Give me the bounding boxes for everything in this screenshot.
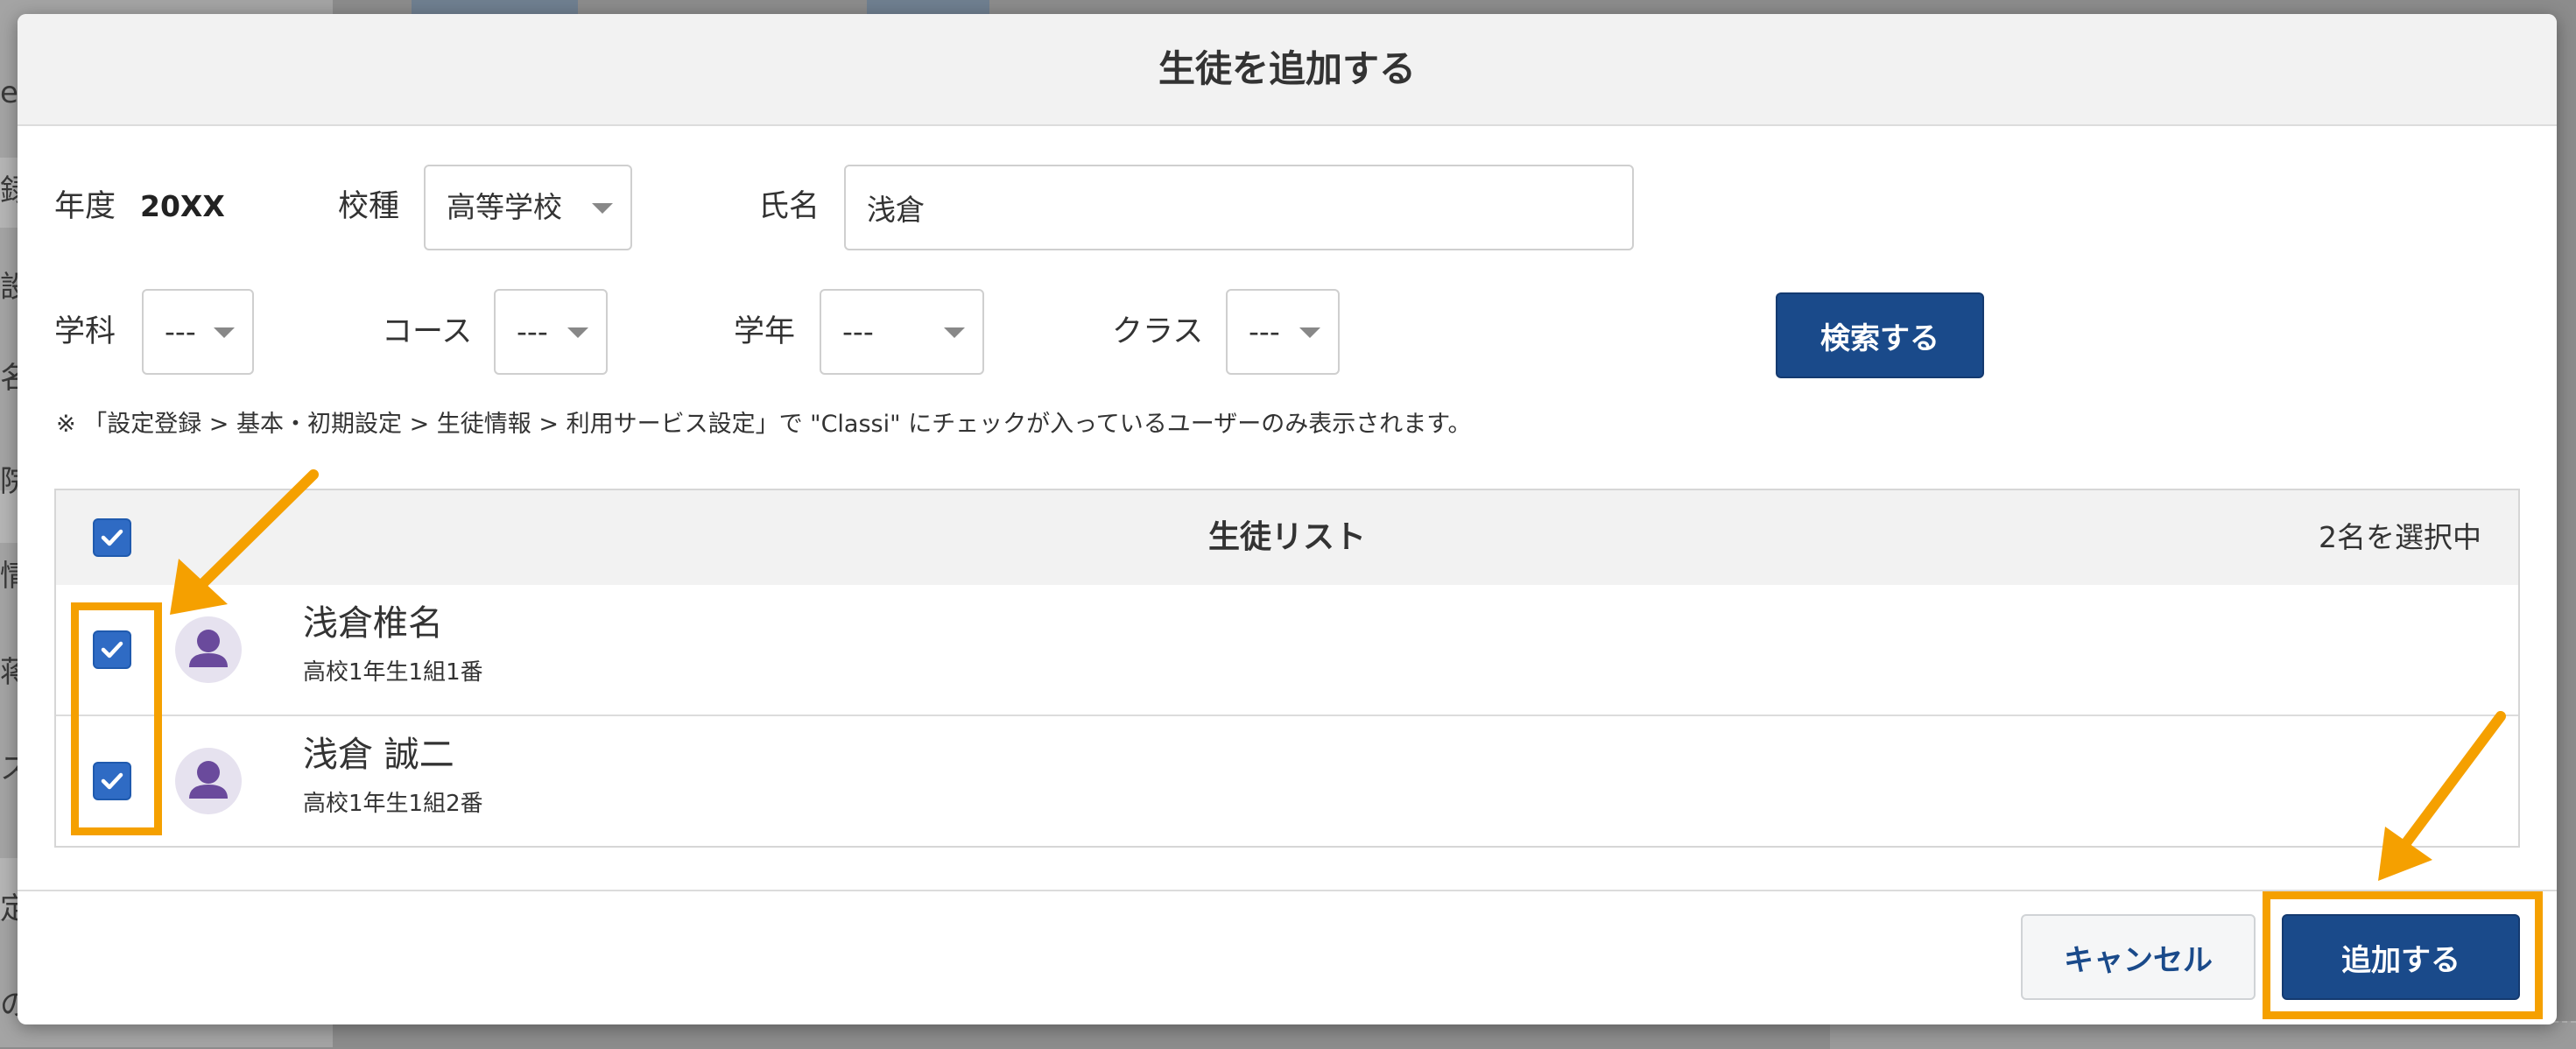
chevron-down-icon bbox=[944, 327, 965, 338]
year-value: 20XX bbox=[140, 189, 225, 223]
class-label: クラス bbox=[1112, 314, 1204, 349]
add-button-highlight bbox=[2263, 891, 2543, 1019]
name-label: 氏名 bbox=[758, 189, 820, 224]
chevron-down-icon bbox=[567, 327, 588, 338]
arrow-icon bbox=[170, 469, 319, 615]
student-name: 浅倉 誠二 bbox=[303, 735, 454, 775]
chevron-down-icon bbox=[214, 327, 235, 338]
class-select[interactable]: --- bbox=[1226, 289, 1340, 375]
student-row[interactable]: 浅倉椎名 高校1年生1組1番 bbox=[56, 585, 2518, 716]
student-row[interactable]: 浅倉 誠二 高校1年生1組2番 bbox=[56, 716, 2518, 846]
student-list-header: 生徒リスト 2名を選択中 bbox=[56, 490, 2518, 587]
grade-select[interactable]: --- bbox=[820, 289, 984, 375]
school-type-label: 校種 bbox=[338, 189, 400, 224]
footer-divider bbox=[18, 890, 2557, 891]
cancel-button[interactable]: キャンセル bbox=[2021, 914, 2256, 1000]
course-label: コース bbox=[382, 314, 473, 349]
department-selected-value: --- bbox=[165, 314, 196, 348]
grade-label: 学年 bbox=[734, 314, 796, 349]
department-select[interactable]: --- bbox=[142, 289, 254, 375]
dialog-header: 生徒を追加する bbox=[18, 14, 2557, 126]
add-student-dialog: 生徒を追加する 年度 20XX 校種 高等学校 氏名 学科 --- コース --… bbox=[18, 14, 2557, 1024]
school-type-select[interactable]: 高等学校 bbox=[424, 165, 632, 250]
student-list: 生徒リスト 2名を選択中 浅倉椎名 高校1年生1組1番 浅倉 誠二 高校1年生1… bbox=[54, 489, 2520, 848]
background-text: e bbox=[0, 75, 18, 110]
background-footer-area bbox=[1830, 1021, 2576, 1049]
class-selected-value: --- bbox=[1249, 314, 1280, 348]
arrow-icon bbox=[2378, 711, 2506, 881]
course-selected-value: --- bbox=[517, 314, 548, 348]
course-select[interactable]: --- bbox=[494, 289, 608, 375]
name-input[interactable] bbox=[844, 165, 1634, 250]
avatar bbox=[175, 748, 242, 814]
filter-note: ※ 「設定登録 > 基本・初期設定 > 生徒情報 > 利用サービス設定」で "C… bbox=[56, 411, 1472, 438]
search-button[interactable]: 検索する bbox=[1776, 292, 1984, 378]
student-list-title: 生徒リスト bbox=[1207, 519, 1366, 555]
school-type-selected-value: 高等学校 bbox=[447, 190, 562, 224]
student-class-info: 高校1年生1組2番 bbox=[303, 791, 483, 817]
grade-selected-value: --- bbox=[842, 314, 874, 348]
department-label: 学科 bbox=[54, 314, 116, 349]
user-icon bbox=[189, 761, 228, 799]
dialog-title: 生徒を追加する bbox=[1158, 47, 1416, 90]
year-label: 年度 bbox=[54, 189, 116, 224]
chevron-down-icon bbox=[592, 203, 613, 214]
chevron-down-icon bbox=[1299, 327, 1320, 338]
selected-count: 2名を選択中 bbox=[2319, 520, 2481, 554]
student-class-info: 高校1年生1組1番 bbox=[303, 659, 483, 686]
